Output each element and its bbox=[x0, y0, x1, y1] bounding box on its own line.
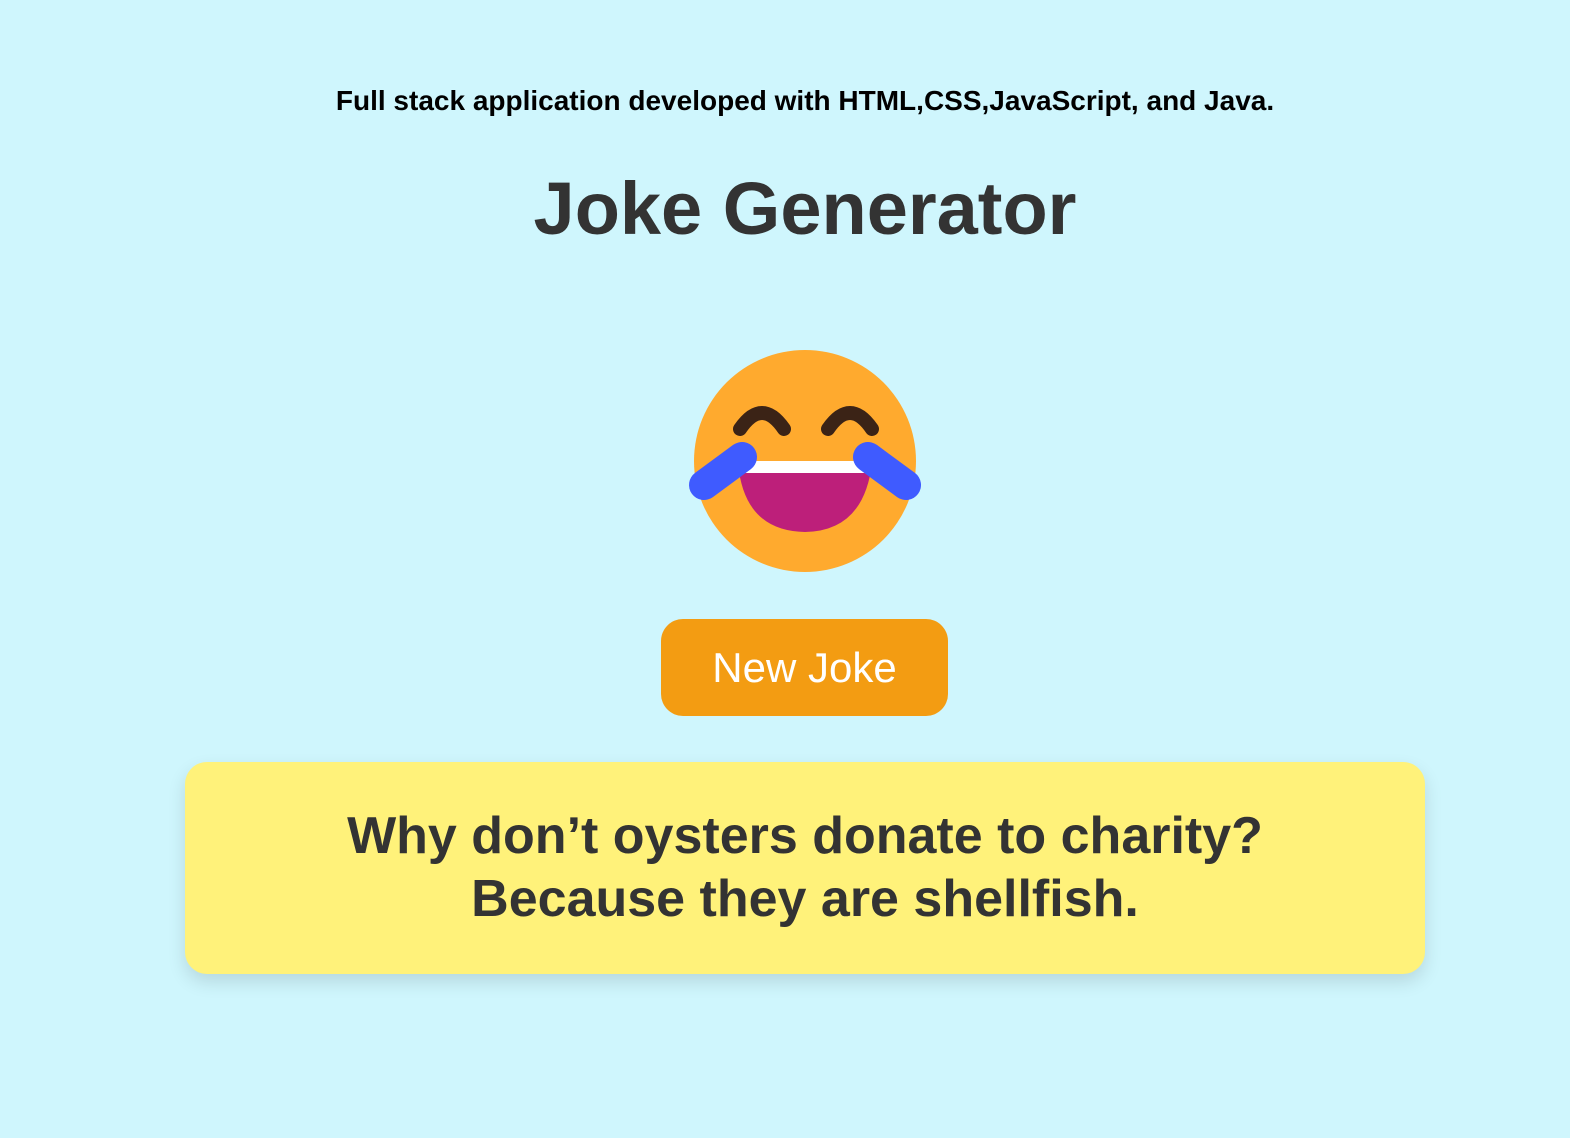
new-joke-button[interactable]: New Joke bbox=[661, 619, 948, 716]
joke-setup: Why don’t oysters donate to charity? bbox=[347, 807, 1263, 865]
page-title: Joke Generator bbox=[533, 167, 1077, 250]
joke-card: Why don’t oysters donate to charity? Bec… bbox=[185, 762, 1425, 974]
face-with-tears-of-joy-icon bbox=[682, 345, 930, 577]
app-description: Full stack application developed with HT… bbox=[335, 85, 1275, 116]
joke-punchline: Because they are shellfish. bbox=[471, 870, 1139, 928]
